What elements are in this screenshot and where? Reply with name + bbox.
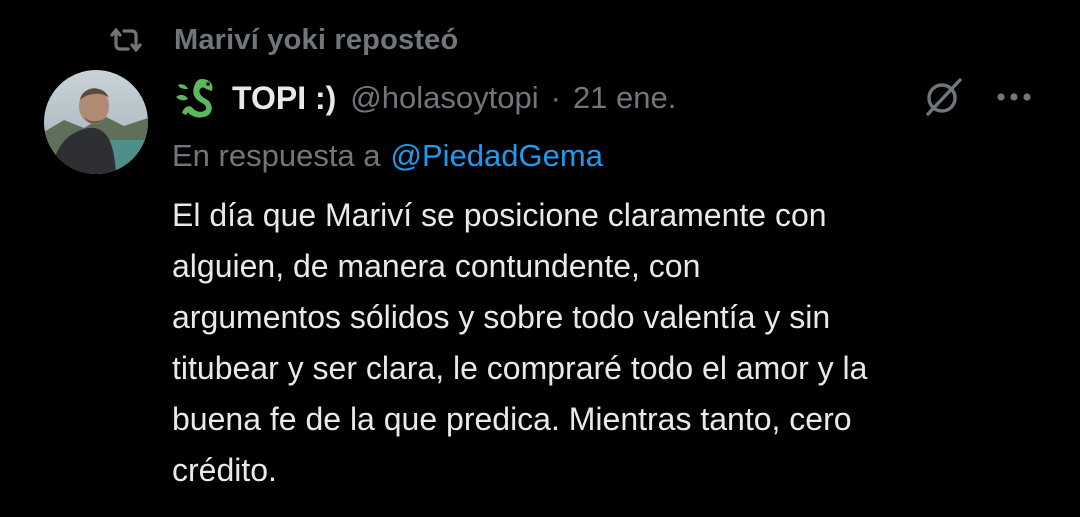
author-handle[interactable]: @holasoytopi [350,80,538,116]
grok-icon[interactable] [920,74,966,120]
repost-icon [104,18,148,62]
tweet-text-line: buena fe de la que predica. Mientras tan… [172,401,852,437]
separator-dot: · [550,80,561,115]
reply-prefix: En respuesta a [172,138,381,173]
author-display-name[interactable]: TOPI :) [232,80,336,117]
reply-context: En respuesta a @PiedadGema [172,134,603,178]
tweet-card[interactable]: Mariví yoki reposteó TOPI:) @holasoytop… [0,0,1080,517]
reply-mention-link[interactable]: @PiedadGema [391,138,603,174]
tweet-text-line: El día que Mariví se posicione clarament… [172,197,827,233]
repost-header: Mariví yoki reposteó [104,18,458,62]
tweet-text-line: crédito. [172,452,277,488]
tweet-text-line: alguien, de manera contundente, con [172,248,701,284]
more-icon[interactable] [992,80,1036,114]
tweet-header: TOPI :) @holasoytopi · 21 ene. [172,72,676,124]
tweet-text: El día que Mariví se posicione clarament… [172,190,1052,496]
repost-label[interactable]: Mariví yoki reposteó [174,24,458,57]
avatar[interactable] [44,70,148,174]
dragon-emoji-icon [172,74,220,122]
tweet-text-line: titubear y ser clara, le compraré todo e… [172,350,868,386]
tweet-date[interactable]: 21 ene. [573,80,676,116]
tweet-text-line: argumentos sólidos y sobre todo valentía… [172,299,831,335]
